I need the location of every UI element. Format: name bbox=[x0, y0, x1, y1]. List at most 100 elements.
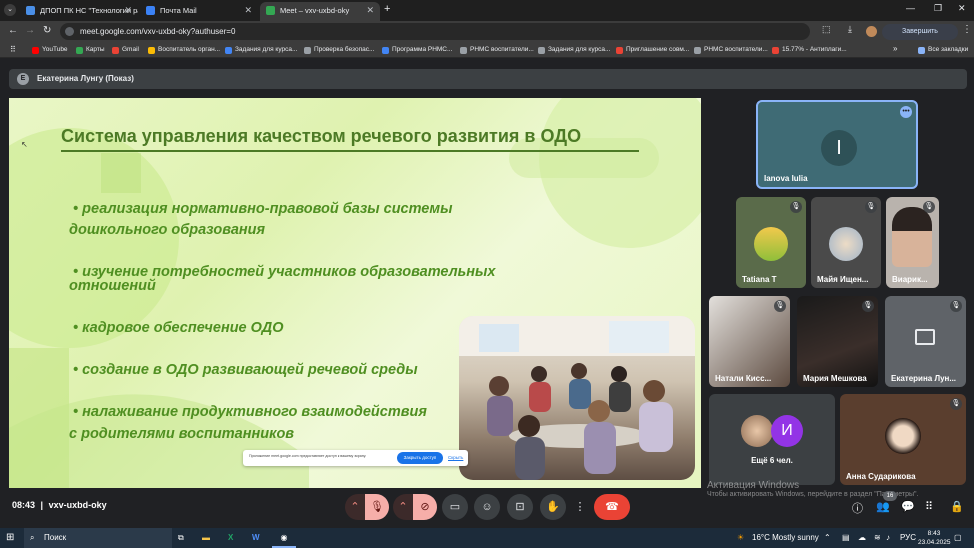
network-icon[interactable]: ▤ bbox=[842, 528, 850, 548]
bookmark-item[interactable]: Задания для курса... bbox=[225, 43, 297, 57]
site-info-icon[interactable] bbox=[65, 27, 74, 36]
slide-bullet-2b: отношений bbox=[69, 278, 156, 295]
bookmark-label: Задания для курса... bbox=[548, 46, 611, 53]
raise-hand-button[interactable]: ✋ bbox=[540, 494, 566, 520]
bookmark-item[interactable]: Программа РНМС... bbox=[382, 43, 452, 57]
tab-dpop[interactable]: ДПОП ПК НС "Технологии ра ✕ bbox=[20, 2, 138, 21]
excel-icon[interactable]: X bbox=[228, 528, 233, 548]
participant-tile[interactable]: 🎙 Мария Мешкова bbox=[797, 296, 878, 387]
clock-date: 23.04.2025 bbox=[918, 539, 951, 546]
participant-tile[interactable]: 🎙 Виарик... bbox=[886, 197, 939, 288]
audio-options-button[interactable]: ⌃ bbox=[345, 494, 365, 520]
watermark-title: Активация Windows bbox=[707, 480, 800, 491]
slide-bullet-5b: с родителями воспитанников bbox=[69, 426, 294, 443]
clock[interactable]: 8:43 23.04.2025 bbox=[918, 528, 951, 548]
chat-icon[interactable]: 💬 bbox=[901, 500, 915, 513]
meet-favicon-icon bbox=[266, 6, 275, 15]
close-tab-icon[interactable]: ✕ bbox=[366, 2, 374, 19]
bookmark-item[interactable]: РНМС воспитатели... bbox=[694, 43, 768, 57]
close-tab-icon[interactable]: ✕ bbox=[124, 2, 132, 19]
language-indicator[interactable]: РУС bbox=[900, 528, 916, 548]
mic-off-icon: 🎙 bbox=[370, 501, 384, 513]
video-options-button[interactable]: ⌃ bbox=[393, 494, 413, 520]
mic-off-icon: 🎙 bbox=[950, 300, 962, 312]
mic-off-icon: 🎙 bbox=[923, 201, 935, 213]
file-explorer-icon[interactable]: ▬ bbox=[202, 528, 210, 548]
close-window-button[interactable]: ✕ bbox=[958, 3, 966, 14]
participant-tile[interactable]: 🎙 Майя Ищен... bbox=[811, 197, 881, 288]
wifi-icon[interactable]: ≋ bbox=[874, 528, 881, 548]
hang-up-icon: ☎ bbox=[605, 501, 619, 513]
download-icon[interactable]: ⤓ bbox=[848, 24, 852, 35]
participant-name: Tatiana T bbox=[742, 275, 777, 284]
bookmark-item[interactable]: Приглашение совм... bbox=[616, 43, 689, 57]
present-screen-icon bbox=[915, 329, 935, 345]
bookmark-label: Приглашение совм... bbox=[626, 46, 690, 53]
more-participants-tile[interactable]: И Ещё 6 чел. bbox=[709, 394, 835, 485]
new-tab-button[interactable]: + bbox=[384, 3, 390, 15]
close-tab-icon[interactable]: ✕ bbox=[244, 2, 252, 19]
extensions-icon[interactable]: ⬚ bbox=[822, 24, 831, 35]
participant-tile[interactable]: 🎙 Екатерина Лун... bbox=[885, 296, 966, 387]
bookmark-item[interactable]: Проверка безопас... bbox=[304, 43, 374, 57]
more-bookmarks-icon[interactable]: » bbox=[893, 44, 897, 53]
tab-meet[interactable]: Meet – vxv-uxbd-oky ✕ bbox=[260, 2, 380, 21]
participant-tile[interactable]: 🎙 Tatiana T bbox=[736, 197, 806, 288]
participant-video bbox=[885, 418, 921, 454]
slide-bullet-1: • реализация нормативно-правовой базы си… bbox=[73, 201, 453, 218]
taskbar-search[interactable]: ⌕ Поиск bbox=[24, 528, 172, 548]
bookmark-label: Проверка безопас... bbox=[314, 46, 375, 53]
leave-call-button[interactable]: ☎ bbox=[594, 494, 630, 520]
maximize-button[interactable]: ❐ bbox=[934, 3, 942, 14]
address-bar[interactable]: meet.google.com/vxv-uxbd-oky?authuser=0 bbox=[60, 23, 810, 40]
word-icon[interactable]: W bbox=[252, 528, 260, 548]
presenter-bar: E Екатерина Лунгу (Показ) bbox=[9, 69, 967, 89]
participant-tile[interactable]: 🎙 Анна Сударикова bbox=[840, 394, 966, 485]
bookmark-item[interactable]: Воспитатель орган... bbox=[148, 43, 220, 57]
tab-list-button[interactable]: ⌄ bbox=[4, 4, 16, 16]
bookmark-icon bbox=[694, 47, 701, 54]
host-controls-icon[interactable]: 🔒 bbox=[950, 500, 964, 513]
onedrive-icon[interactable]: ☁ bbox=[858, 528, 866, 548]
tab-mail[interactable]: Почта Mail ✕ bbox=[140, 2, 258, 21]
participant-tile[interactable]: 🎙 Натали Кисс... bbox=[709, 296, 790, 387]
activities-icon[interactable]: ⠿ bbox=[925, 500, 933, 513]
task-view-icon[interactable]: ⧉ bbox=[178, 528, 184, 548]
participant-tile[interactable]: I ••• Ianova Iulia bbox=[756, 100, 918, 189]
bookmark-item[interactable]: РНМС воспитатели... bbox=[460, 43, 534, 57]
forward-icon[interactable]: → bbox=[25, 25, 35, 36]
bookmark-maps[interactable]: Карты bbox=[76, 43, 105, 57]
bookmark-item[interactable]: Задания для курса... bbox=[538, 43, 610, 57]
profile-avatar[interactable] bbox=[866, 26, 877, 37]
menu-icon[interactable]: ⋮ bbox=[962, 24, 972, 35]
volume-icon[interactable]: ♪ bbox=[886, 528, 890, 548]
bookmark-icon bbox=[460, 47, 467, 54]
stop-sharing-button[interactable]: Закрыть доступ bbox=[397, 452, 443, 464]
update-button[interactable]: Завершить обновление bbox=[882, 24, 958, 51]
chrome-icon[interactable]: ◉ bbox=[272, 528, 296, 548]
reactions-button[interactable]: ☺ bbox=[474, 494, 500, 520]
present-button[interactable]: ⊡ bbox=[507, 494, 533, 520]
bookmark-youtube[interactable]: YouTube bbox=[32, 43, 68, 57]
bookmark-item[interactable]: 15.77% - Антиплаги... bbox=[772, 43, 847, 57]
info-icon[interactable]: ⓘ bbox=[852, 500, 863, 516]
notifications-icon[interactable]: ▢ bbox=[954, 528, 962, 548]
tray-chevron-icon[interactable]: ⌃ bbox=[824, 528, 831, 548]
share-notice-text: Приложение meet.google.com предоставляет… bbox=[249, 454, 367, 458]
slide-photo bbox=[459, 316, 695, 480]
bookmark-gmail[interactable]: Gmail bbox=[112, 43, 139, 57]
weather-text[interactable]: 16°C Mostly sunny bbox=[752, 528, 819, 548]
slide-bullet-3: • кадровое обеспечение ОДО bbox=[73, 320, 283, 337]
captions-button[interactable]: ▭ bbox=[442, 494, 468, 520]
all-bookmarks[interactable]: Все закладки bbox=[918, 43, 968, 57]
back-icon[interactable]: ← bbox=[8, 25, 18, 36]
windows-start-icon[interactable]: ⊞ bbox=[6, 528, 14, 548]
reload-icon[interactable]: ↻ bbox=[43, 25, 51, 36]
people-icon[interactable]: 👥 bbox=[876, 500, 890, 513]
tab-label: Почта Mail bbox=[160, 6, 197, 15]
more-options-button[interactable]: ⋮ bbox=[572, 494, 588, 520]
slide-bullet-5: • налаживание продуктивного взаимодейств… bbox=[73, 404, 427, 421]
apps-icon[interactable]: ⠿ bbox=[10, 45, 16, 54]
minimize-button[interactable]: — bbox=[906, 3, 915, 13]
hide-notice-link[interactable]: Скрыть bbox=[448, 453, 463, 463]
